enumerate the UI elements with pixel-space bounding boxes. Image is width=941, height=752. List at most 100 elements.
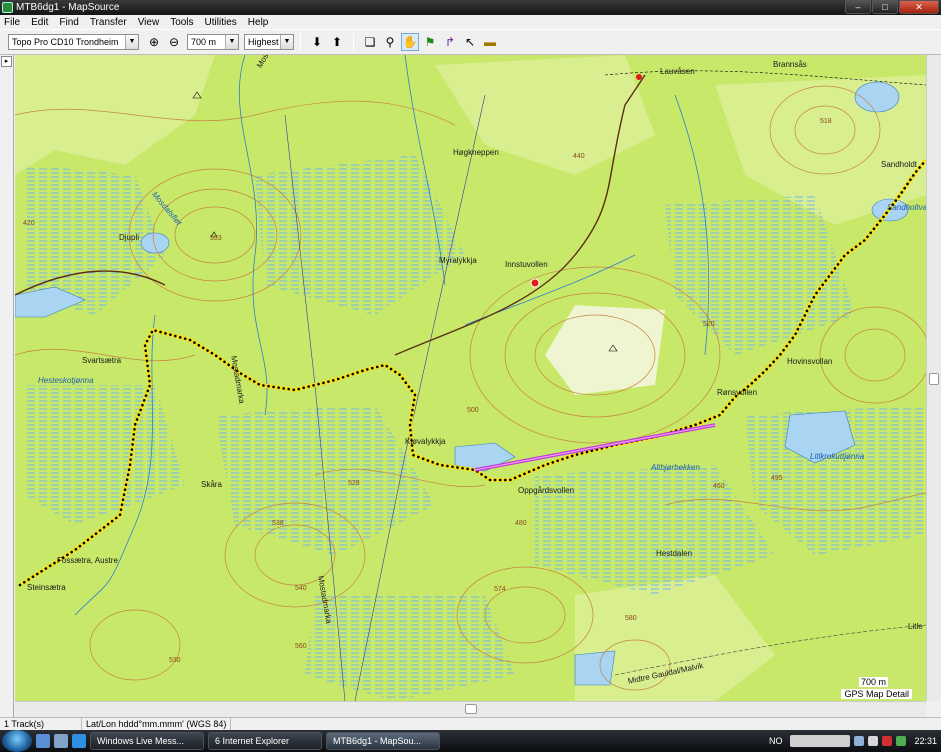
maximize-button[interactable]: □ [872, 0, 898, 14]
zoom-out-icon[interactable]: ⊖ [165, 33, 183, 51]
map-frame: ▸ Lauvåsen Brannsås Høgkneppen Sandholdt… [0, 55, 941, 717]
place-label: Fossætra, Austre [57, 556, 118, 565]
network-icon[interactable] [854, 736, 865, 746]
map-tool-icon[interactable]: ❏ [361, 33, 379, 51]
water-label: Altbjørbekken [651, 463, 700, 472]
map-scale-label: 700 m [858, 677, 888, 687]
map-product-value: Topo Pro CD10 Trondheim [12, 37, 119, 47]
route-tool-icon[interactable]: ↱ [441, 33, 459, 51]
waypoint-flag-icon[interactable]: ⚑ [421, 33, 439, 51]
zoom-level-select[interactable]: 700 m ▼ [187, 34, 239, 50]
detail-level-value: Highest [248, 37, 279, 47]
taskbar-mapsource[interactable]: MTB6dg1 - MapSou... [326, 732, 440, 750]
menu-edit[interactable]: Edit [31, 17, 48, 28]
toolbar-separator [353, 33, 354, 51]
map-product-select[interactable]: Topo Pro CD10 Trondheim ▼ [8, 34, 139, 50]
search-box-icon[interactable] [790, 735, 851, 747]
marsh-area [535, 465, 775, 595]
taskbar-messenger[interactable]: Windows Live Mess... [90, 732, 204, 750]
place-label: Svartsætra [82, 356, 122, 365]
vertical-scroll-thumb[interactable] [929, 373, 939, 385]
elevation-label: 538 [272, 520, 284, 527]
chevron-down-icon: ▼ [225, 35, 238, 49]
gps-map-detail-label: GPS Map Detail [841, 689, 912, 699]
internet-explorer-icon[interactable] [72, 734, 86, 748]
elevation-label: 580 [625, 615, 637, 622]
menu-view[interactable]: View [138, 17, 160, 28]
menu-transfer[interactable]: Transfer [90, 17, 127, 28]
elevation-label: 480 [515, 520, 527, 527]
taskbar-button-label: MTB6dg1 - MapSou... [333, 736, 422, 746]
elevation-label: 440 [573, 153, 585, 160]
taskbar-button-label: Windows Live Mess... [97, 736, 185, 746]
switch-windows-icon[interactable] [54, 734, 68, 748]
place-label: Lauvåsen [660, 67, 695, 76]
elevation-label: 420 [23, 220, 35, 227]
tray-app-icon[interactable] [896, 736, 907, 746]
menu-bar: File Edit Find Transfer View Tools Utili… [0, 15, 941, 29]
zoom-tool-icon[interactable]: ⚲ [381, 33, 399, 51]
show-desktop-icon[interactable] [36, 734, 50, 748]
horizontal-scrollbar[interactable] [15, 701, 926, 717]
menu-file[interactable]: File [4, 17, 20, 28]
menu-utilities[interactable]: Utilities [205, 17, 237, 28]
distance-ruler-icon[interactable]: ▬ [481, 33, 499, 51]
security-icon[interactable] [882, 736, 893, 746]
selection-arrow-icon[interactable]: ↖ [461, 33, 479, 51]
elevation-label: 553 [210, 235, 222, 242]
marsh-area [255, 155, 465, 315]
close-button[interactable]: ✕ [899, 0, 939, 14]
elevation-label: 495 [771, 475, 783, 482]
water-label: Hesteskotjønna [38, 376, 94, 385]
expand-panel-icon[interactable]: ▸ [1, 56, 12, 67]
left-rail: ▸ [0, 55, 14, 717]
toolbar-separator [300, 33, 301, 51]
taskbar-internet-explorer[interactable]: 6 Internet Explorer [208, 732, 322, 750]
elevation-label: 500 [467, 407, 479, 414]
menu-find[interactable]: Find [59, 17, 78, 28]
receive-from-device-icon[interactable]: ⬇ [308, 33, 326, 51]
menu-help[interactable]: Help [248, 17, 269, 28]
elevation-label: 460 [713, 483, 725, 490]
clock[interactable]: 22:31 [914, 736, 937, 746]
marsh-area [25, 385, 185, 525]
horizontal-scroll-thumb[interactable] [465, 704, 477, 714]
volume-icon[interactable] [868, 736, 879, 746]
window-controls: – □ ✕ [845, 0, 939, 14]
lake [140, 232, 170, 254]
vertical-scrollbar[interactable] [926, 55, 941, 701]
elevation-label: 574 [494, 586, 506, 593]
elevation-label: 560 [295, 643, 307, 650]
taskbar-button-label: 6 Internet Explorer [215, 736, 290, 746]
place-label: Høgkneppen [453, 148, 499, 157]
elevation-label: 530 [169, 657, 181, 664]
chevron-down-icon: ▼ [280, 35, 293, 49]
position-format-status: Lat/Lon hddd°mm.mmm' (WGS 84) [82, 718, 232, 730]
start-button[interactable] [2, 730, 32, 752]
taskbar: Windows Live Mess... 6 Internet Explorer… [0, 730, 941, 752]
elevation-label: 520 [703, 321, 715, 328]
place-label: Sandholdt [881, 160, 918, 169]
water-label: Litlkrokuttjønna [810, 452, 865, 461]
chevron-down-icon: ▼ [125, 35, 138, 49]
send-to-device-icon[interactable]: ⬆ [328, 33, 346, 51]
menu-tools[interactable]: Tools [170, 17, 193, 28]
zoom-in-icon[interactable]: ⊕ [145, 33, 163, 51]
detail-level-select[interactable]: Highest ▼ [244, 34, 294, 50]
place-label: Myralykkja [439, 256, 477, 265]
topographic-map[interactable]: Lauvåsen Brannsås Høgkneppen Sandholdt S… [15, 55, 926, 701]
lake [574, 650, 616, 686]
marsh-area [215, 405, 435, 555]
window-title: MTB6dg1 - MapSource [16, 2, 120, 13]
hand-tool-icon[interactable]: ✋ [401, 33, 419, 51]
language-indicator[interactable]: NO [769, 736, 783, 746]
mapsource-app-icon [2, 2, 13, 13]
place-label: Hovinsvollan [787, 357, 833, 366]
bare-hill [545, 305, 665, 395]
place-label: Litle [908, 622, 923, 631]
system-tray: NO 22:31 [769, 730, 941, 752]
toolbar: Topo Pro CD10 Trondheim ▼ ⊕ ⊖ 700 m ▼ Hi… [0, 29, 941, 55]
elevation-label: 528 [348, 480, 360, 487]
elevation-label: 540 [295, 585, 307, 592]
minimize-button[interactable]: – [845, 0, 871, 14]
